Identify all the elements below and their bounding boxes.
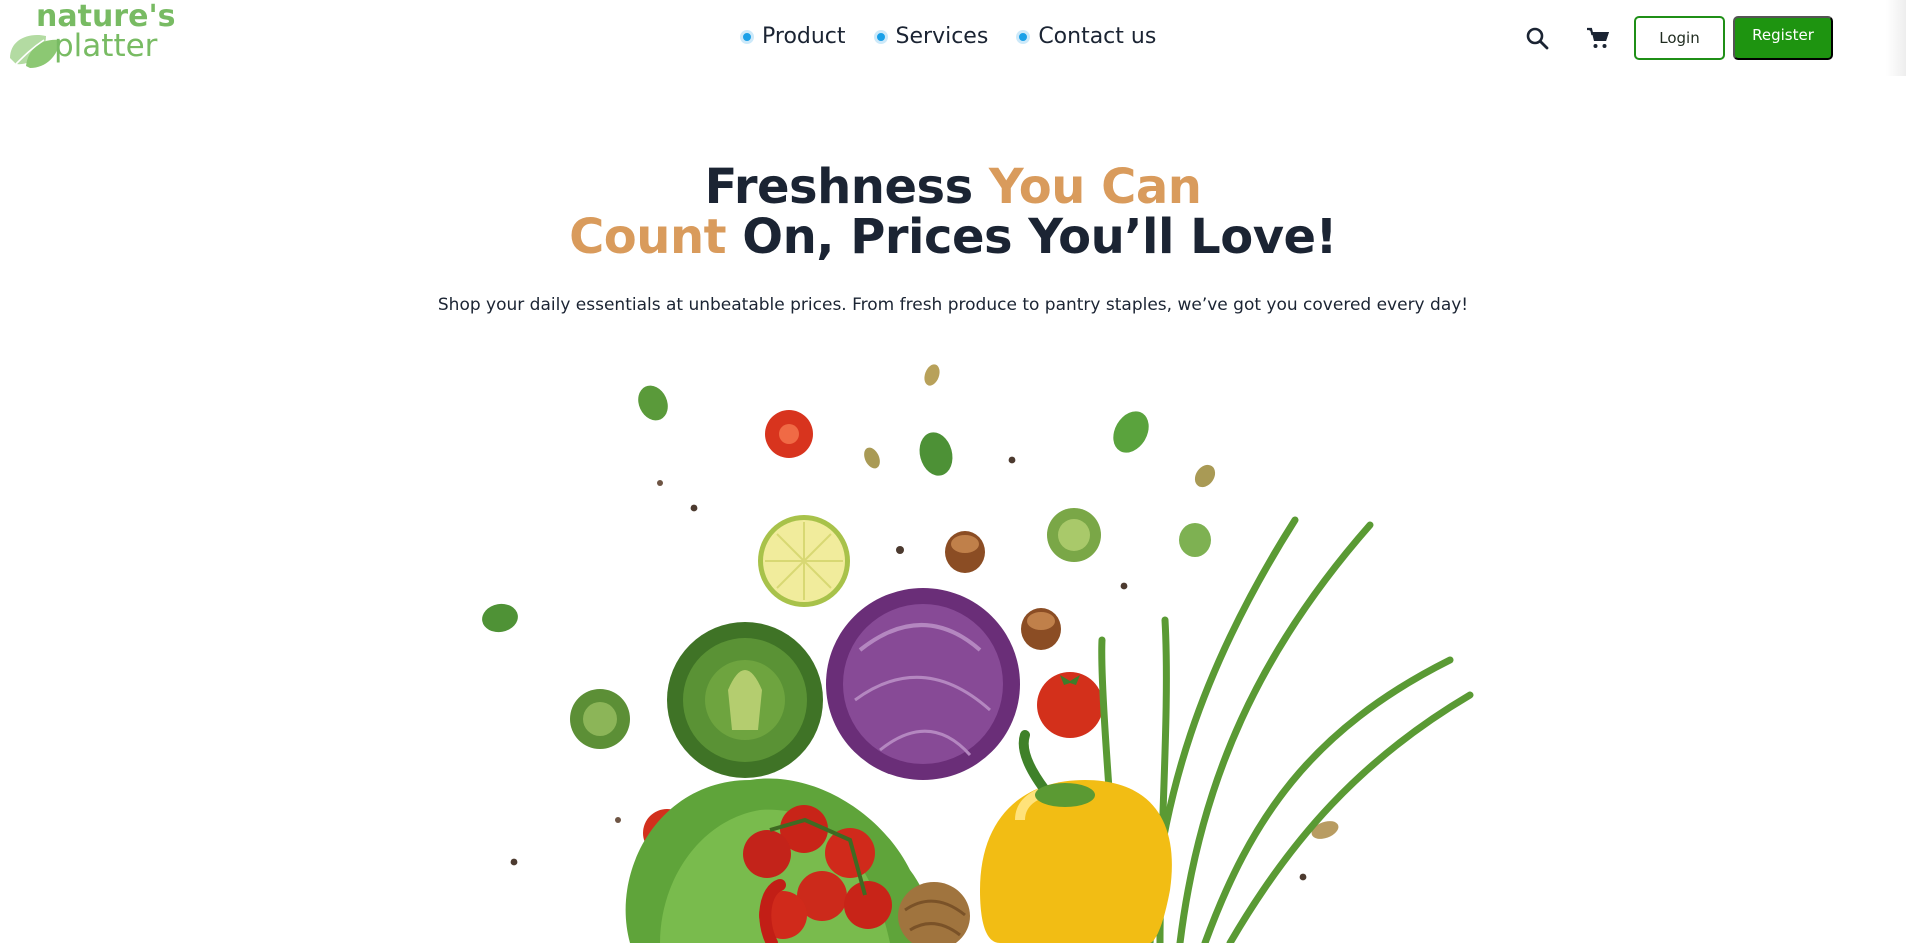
cart-icon[interactable] (1586, 26, 1610, 50)
main-nav: Product Services Contact us (740, 24, 1184, 49)
page: nature's platter Product Services Contac… (0, 0, 1906, 943)
bullet-dot-icon (873, 29, 888, 44)
search-icon[interactable] (1525, 26, 1549, 50)
nav-item-contact[interactable]: Contact us (1016, 24, 1156, 49)
hero-title-accent1: You Can (988, 159, 1202, 215)
brand-logo[interactable]: nature's platter (6, 2, 176, 70)
hero-title-part1: Freshness (704, 159, 989, 215)
login-button[interactable]: Login (1634, 16, 1725, 60)
nav-item-services[interactable]: Services (873, 24, 989, 49)
vegetables-hero-image (482, 364, 1474, 943)
site-header: nature's platter Product Services Contac… (0, 0, 1906, 76)
hero-title-accent2: Count (569, 209, 727, 265)
nav-item-product[interactable]: Product (740, 24, 846, 49)
register-button[interactable]: Register (1733, 16, 1833, 60)
nav-label: Product (762, 24, 846, 49)
nav-label: Services (895, 24, 989, 49)
hero-title: Freshness You Can Count On, Prices You’l… (0, 162, 1906, 262)
hero-title-part2: On, Prices You’ll Love! (726, 209, 1337, 265)
brand-name-line2: platter (54, 28, 158, 64)
bullet-dot-icon (740, 29, 754, 44)
bullet-dot-icon (1016, 29, 1031, 44)
hero-subtitle: Shop your daily essentials at unbeatable… (437, 295, 1469, 315)
scroll-edge (1886, 0, 1906, 76)
nav-label: Contact us (1038, 24, 1157, 49)
